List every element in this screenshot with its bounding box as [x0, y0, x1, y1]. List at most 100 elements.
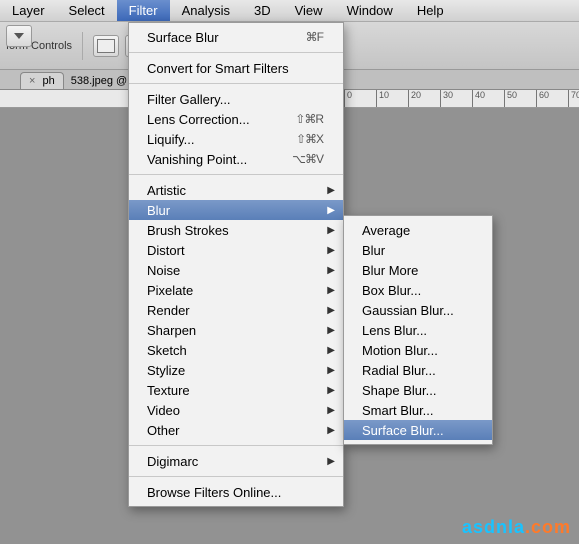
submenu-item-radial-blur-[interactable]: Radial Blur...	[344, 360, 492, 380]
chevron-down-icon	[14, 33, 24, 39]
separator	[129, 52, 343, 53]
menu-item-noise[interactable]: Noise▶	[129, 260, 343, 280]
submenu-item-lens-blur-[interactable]: Lens Blur...	[344, 320, 492, 340]
chevron-right-icon: ▶	[327, 456, 335, 467]
ruler-tick: 70	[568, 90, 579, 108]
chevron-right-icon: ▶	[327, 185, 335, 196]
menu-item-sketch[interactable]: Sketch ▶	[129, 340, 343, 360]
menu-item-convert-smart[interactable]: Convert for Smart Filters	[129, 58, 343, 78]
menu-item-sharpen[interactable]: Sharpen ▶	[129, 320, 343, 340]
layout-icon	[97, 39, 115, 53]
menu-item-stylize[interactable]: Stylize▶	[129, 360, 343, 380]
menu-item-video[interactable]: Video ▶	[129, 400, 343, 420]
menu-item-other[interactable]: Other ▶	[129, 420, 343, 440]
menu-item-label: Average	[362, 223, 472, 238]
chevron-right-icon: ▶	[327, 385, 335, 396]
separator	[129, 83, 343, 84]
menu-item-label: Sketch	[147, 343, 323, 358]
close-icon[interactable]: ×	[29, 75, 35, 87]
submenu-item-surface-blur-[interactable]: Surface Blur...	[344, 420, 492, 440]
menu-item-label: Sharpen	[147, 323, 323, 338]
menu-item-digimarc[interactable]: Digimarc ▶	[129, 451, 343, 471]
toolbar-button-1[interactable]	[93, 35, 119, 57]
menubar-item-filter[interactable]: Filter	[117, 0, 170, 21]
filter-menu[interactable]: Surface Blur⌘F Convert for Smart Filters F…	[128, 22, 344, 507]
menu-item-texture[interactable]: Texture ▶	[129, 380, 343, 400]
menu-item-artistic[interactable]: Artistic▶	[129, 180, 343, 200]
chevron-right-icon: ▶	[327, 365, 335, 376]
menu-item-label: Texture	[147, 383, 323, 398]
menu-item-label: Surface Blur...	[362, 423, 472, 438]
ruler-tick: 10	[376, 90, 389, 108]
document-tab[interactable]: × ph	[20, 72, 64, 89]
submenu-item-blur[interactable]: Blur	[344, 240, 492, 260]
menu-item-liquify-[interactable]: Liquify...⇧⌘X	[129, 129, 343, 149]
menu-item-label: Gaussian Blur...	[362, 303, 472, 318]
menu-item-label: Motion Blur...	[362, 343, 472, 358]
ruler-tick: 30	[440, 90, 453, 108]
menubar-item-analysis[interactable]: Analysis	[170, 0, 242, 21]
submenu-item-motion-blur-[interactable]: Motion Blur...	[344, 340, 492, 360]
menu-item-label: Video	[147, 403, 323, 418]
separator	[129, 445, 343, 446]
divider	[82, 32, 83, 60]
menu-item-filter-gallery-[interactable]: Filter Gallery...	[129, 89, 343, 109]
menu-item-label: Render	[147, 303, 323, 318]
watermark-b: .com	[525, 517, 571, 537]
submenu-item-smart-blur-[interactable]: Smart Blur...	[344, 400, 492, 420]
submenu-item-box-blur-[interactable]: Box Blur...	[344, 280, 492, 300]
chevron-right-icon: ▶	[327, 285, 335, 296]
chevron-right-icon: ▶	[327, 265, 335, 276]
menu-item-label: Blur More	[362, 263, 472, 278]
blur-submenu[interactable]: Average Blur Blur More Box Blur... Gaussian …	[343, 215, 493, 445]
menubar-item-view[interactable]: View	[283, 0, 335, 21]
menu-item-label: Vanishing Point...	[147, 152, 292, 167]
chevron-right-icon: ▶	[327, 225, 335, 236]
ruler-tick: 40	[472, 90, 485, 108]
menubar-item-layer[interactable]: Layer	[0, 0, 57, 21]
menu-item-last-filter[interactable]: Surface Blur⌘F	[129, 27, 343, 47]
menu-item-label: Smart Blur...	[362, 403, 472, 418]
shortcut-label: ⌥⌘V	[292, 152, 323, 166]
menubar-item-help[interactable]: Help	[405, 0, 456, 21]
submenu-item-shape-blur-[interactable]: Shape Blur...	[344, 380, 492, 400]
menu-item-label: Digimarc	[147, 454, 323, 469]
menubar[interactable]: LayerSelectFilterAnalysis3DViewWindowHel…	[0, 0, 579, 22]
menu-item-lens-correction-[interactable]: Lens Correction...⇧⌘R	[129, 109, 343, 129]
menubar-item-select[interactable]: Select	[57, 0, 117, 21]
watermark: asdnla.com	[462, 517, 571, 538]
menu-item-label: Surface Blur	[147, 30, 306, 45]
menubar-item-window[interactable]: Window	[335, 0, 405, 21]
ruler-tick: 0	[344, 90, 352, 108]
menu-item-label: Pixelate	[147, 283, 323, 298]
menu-item-label: Distort	[147, 243, 323, 258]
submenu-item-average[interactable]: Average	[344, 220, 492, 240]
menu-item-browse-online[interactable]: Browse Filters Online...	[129, 482, 343, 502]
menu-item-label: Other	[147, 423, 323, 438]
menu-item-vanishing-point-[interactable]: Vanishing Point...⌥⌘V	[129, 149, 343, 169]
menu-item-label: Filter Gallery...	[147, 92, 323, 107]
ruler-tick: 50	[504, 90, 517, 108]
menu-item-label: Liquify...	[147, 132, 296, 147]
menu-item-distort[interactable]: Distort▶	[129, 240, 343, 260]
chevron-right-icon: ▶	[327, 405, 335, 416]
chevron-right-icon: ▶	[327, 345, 335, 356]
separator	[129, 476, 343, 477]
tool-dropdown[interactable]	[6, 25, 32, 47]
menu-item-blur[interactable]: Blur ▶	[129, 200, 343, 220]
menu-item-label: Lens Blur...	[362, 323, 472, 338]
menu-item-label: Radial Blur...	[362, 363, 472, 378]
menu-item-pixelate[interactable]: Pixelate ▶	[129, 280, 343, 300]
menu-item-label: Brush Strokes	[147, 223, 323, 238]
submenu-item-gaussian-blur-[interactable]: Gaussian Blur...	[344, 300, 492, 320]
separator	[129, 174, 343, 175]
menu-item-label: Blur	[147, 203, 323, 218]
menu-item-brush-strokes[interactable]: Brush Strokes ▶	[129, 220, 343, 240]
chevron-right-icon: ▶	[327, 325, 335, 336]
chevron-right-icon: ▶	[327, 305, 335, 316]
chevron-right-icon: ▶	[327, 205, 335, 216]
chevron-right-icon: ▶	[327, 425, 335, 436]
menu-item-render[interactable]: Render ▶	[129, 300, 343, 320]
menubar-item-3d[interactable]: 3D	[242, 0, 283, 21]
submenu-item-blur-more[interactable]: Blur More	[344, 260, 492, 280]
